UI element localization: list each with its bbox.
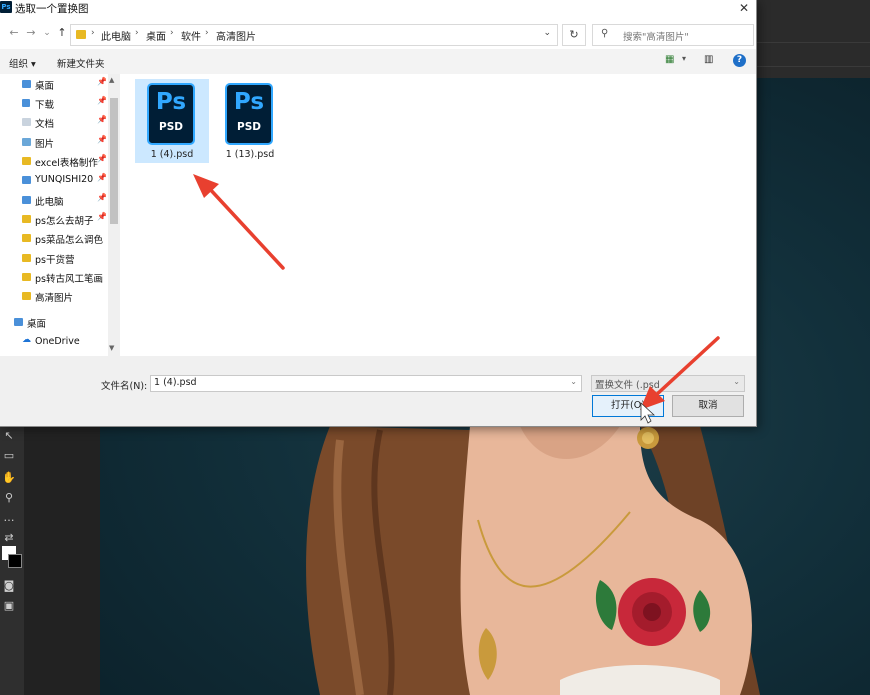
organize-menu[interactable]: 组织 ▾ bbox=[9, 56, 36, 70]
file-item[interactable]: Ps PSD 1 (4).psd bbox=[135, 79, 209, 163]
pc-icon bbox=[22, 176, 31, 184]
view-dropdown-icon[interactable]: ▾ bbox=[682, 54, 686, 63]
psd-file-icon: Ps PSD bbox=[225, 83, 273, 145]
pin-icon: 📌 bbox=[97, 115, 106, 124]
breadcrumb-hd-pictures[interactable]: 高清图片 bbox=[216, 28, 256, 43]
sidebar-item-yunqishi[interactable]: YUNQISHI20 📌 bbox=[22, 172, 106, 188]
pin-icon: 📌 bbox=[97, 212, 106, 221]
tools-panel: ↖ ▭ ✋ ⚲ … ⇄ ◙ ▣ bbox=[0, 426, 24, 695]
command-bar: 组织 ▾ 新建文件夹 ▦ ▾ ▥ ? bbox=[0, 49, 756, 74]
search-box[interactable]: ⚲ 搜索"高清图片" bbox=[592, 24, 754, 46]
move-tool-icon[interactable]: ↖ bbox=[0, 428, 18, 444]
sidebar-item-dish-color-folder[interactable]: ps菜品怎么调色 bbox=[22, 230, 106, 246]
scroll-down-icon[interactable]: ▼ bbox=[109, 344, 114, 352]
screen-mode-icon[interactable]: ▣ bbox=[0, 598, 18, 614]
chevron-down-icon[interactable]: ⌄ bbox=[733, 377, 740, 386]
address-bar[interactable]: › 此电脑 › 桌面 › 软件 › 高清图片 ⌄ bbox=[70, 24, 558, 46]
chevron-down-icon[interactable]: ⌄ bbox=[570, 377, 577, 386]
pin-icon: 📌 bbox=[97, 96, 106, 105]
pin-icon: 📌 bbox=[97, 193, 106, 202]
psd-file-icon: Ps PSD bbox=[147, 83, 195, 145]
sidebar-item-onedrive[interactable]: ☁ OneDrive bbox=[22, 334, 106, 350]
sidebar-item-downloads[interactable]: 下载 📌 bbox=[22, 95, 106, 111]
file-list-area[interactable]: Ps PSD 1 (4).psd Ps PSD 1 (13).psd bbox=[121, 74, 756, 356]
sidebar-item-excel-folder[interactable]: excel表格制作 📌 bbox=[22, 153, 106, 169]
background-color-swatch[interactable] bbox=[8, 554, 22, 568]
marquee-tool-icon[interactable]: ▭ bbox=[0, 448, 18, 464]
filename-field[interactable]: 1 (4).psd ⌄ bbox=[150, 375, 582, 392]
breadcrumb-separator-icon: › bbox=[91, 28, 95, 38]
breadcrumb-desktop[interactable]: 桌面 bbox=[146, 28, 166, 43]
breadcrumb-software[interactable]: 软件 bbox=[181, 28, 201, 43]
preview-pane-icon[interactable]: ▥ bbox=[704, 54, 713, 65]
file-name: 1 (13).psd bbox=[225, 149, 275, 160]
breadcrumb-this-pc[interactable]: 此电脑 bbox=[101, 28, 131, 43]
pin-icon: 📌 bbox=[97, 135, 106, 144]
recent-locations-icon[interactable]: ⌄ bbox=[40, 26, 54, 40]
sidebar-item-beard-folder[interactable]: ps怎么去胡子 📌 bbox=[22, 211, 106, 227]
navigation-pane: 桌面 📌 下载 📌 文档 📌 图片 📌 excel表格制作 📌 YUNQISHI… bbox=[0, 74, 120, 356]
quick-mask-icon[interactable]: ◙ bbox=[0, 578, 18, 594]
pin-icon: 📌 bbox=[97, 77, 106, 86]
folder-icon bbox=[22, 254, 31, 262]
close-button[interactable]: ✕ bbox=[733, 0, 755, 16]
new-folder-button[interactable]: 新建文件夹 bbox=[57, 56, 105, 70]
refresh-icon[interactable]: ↻ bbox=[562, 24, 586, 46]
folder-icon bbox=[22, 234, 31, 242]
breadcrumb-separator-icon: › bbox=[205, 28, 209, 38]
sidebar-item-ps-tips-folder[interactable]: ps干货营 bbox=[22, 250, 106, 266]
hand-tool-icon[interactable]: ✋ bbox=[0, 470, 18, 486]
breadcrumb-separator-icon: › bbox=[135, 28, 139, 38]
sidebar-item-desktop-root[interactable]: 桌面 bbox=[14, 314, 98, 330]
sidebar-scrollbar-thumb[interactable] bbox=[110, 98, 118, 224]
more-tools-icon[interactable]: … bbox=[0, 510, 18, 526]
back-arrow-icon[interactable]: ← bbox=[7, 26, 21, 40]
folder-icon bbox=[22, 292, 31, 300]
sidebar-item-pictures[interactable]: 图片 📌 bbox=[22, 134, 106, 150]
desktop-icon bbox=[22, 80, 31, 88]
document-icon bbox=[22, 118, 31, 126]
sidebar-item-this-pc[interactable]: 此电脑 📌 bbox=[22, 192, 106, 208]
pc-icon bbox=[22, 196, 31, 204]
picture-icon bbox=[22, 138, 31, 146]
filename-label: 文件名(N): bbox=[101, 381, 148, 392]
zoom-tool-icon[interactable]: ⚲ bbox=[0, 490, 18, 506]
search-icon: ⚲ bbox=[601, 28, 609, 39]
dialog-titlebar[interactable]: Ps 选取一个置换图 ✕ bbox=[0, 0, 756, 18]
swap-colors-icon[interactable]: ⇄ bbox=[0, 530, 18, 546]
address-dropdown-icon[interactable]: ⌄ bbox=[543, 28, 551, 38]
desktop-icon bbox=[14, 318, 23, 326]
options-bar bbox=[756, 0, 870, 78]
download-icon bbox=[22, 99, 30, 107]
search-input[interactable]: 搜索"高清图片" bbox=[623, 29, 689, 43]
dialog-title: 选取一个置换图 bbox=[15, 3, 89, 15]
open-file-dialog: Ps 选取一个置换图 ✕ ← → ⌄ ↑ › 此电脑 › 桌面 › 软件 › 高… bbox=[0, 0, 757, 427]
sidebar-item-desktop[interactable]: 桌面 📌 bbox=[22, 76, 106, 92]
cancel-button[interactable]: 取消 bbox=[672, 395, 744, 417]
view-options-icon[interactable]: ▦ bbox=[665, 54, 674, 65]
sidebar-item-hd-pictures[interactable]: 高清图片 bbox=[22, 288, 106, 304]
photoshop-app-icon: Ps bbox=[0, 1, 12, 13]
folder-icon bbox=[22, 273, 31, 281]
pin-icon: 📌 bbox=[97, 173, 106, 182]
help-icon[interactable]: ? bbox=[733, 54, 746, 67]
filetype-select[interactable]: 置换文件 (.psd ⌄ bbox=[591, 375, 745, 392]
open-button[interactable]: 打开(O) bbox=[592, 395, 664, 417]
sidebar-item-documents[interactable]: 文档 📌 bbox=[22, 114, 106, 130]
navigation-bar: ← → ⌄ ↑ › 此电脑 › 桌面 › 软件 › 高清图片 ⌄ ↻ ⚲ 搜索"… bbox=[0, 20, 756, 48]
panel-gutter bbox=[24, 426, 100, 695]
scroll-up-icon[interactable]: ▲ bbox=[109, 76, 114, 84]
dialog-footer: 文件名(N): 1 (4).psd ⌄ 置换文件 (.psd ⌄ 打开(O) 取… bbox=[0, 356, 756, 426]
file-name: 1 (4).psd bbox=[150, 149, 194, 160]
folder-icon bbox=[76, 30, 86, 39]
folder-icon bbox=[22, 215, 31, 223]
pin-icon: 📌 bbox=[97, 154, 106, 163]
folder-icon bbox=[22, 157, 31, 165]
up-folder-icon[interactable]: ↑ bbox=[55, 26, 69, 40]
file-item[interactable]: Ps PSD 1 (13).psd bbox=[213, 79, 287, 163]
cloud-icon: ☁ bbox=[22, 335, 31, 345]
breadcrumb-separator-icon: › bbox=[170, 28, 174, 38]
forward-arrow-icon[interactable]: → bbox=[24, 26, 38, 40]
sidebar-item-gufeng-folder[interactable]: ps转古风工笔画 bbox=[22, 269, 106, 285]
